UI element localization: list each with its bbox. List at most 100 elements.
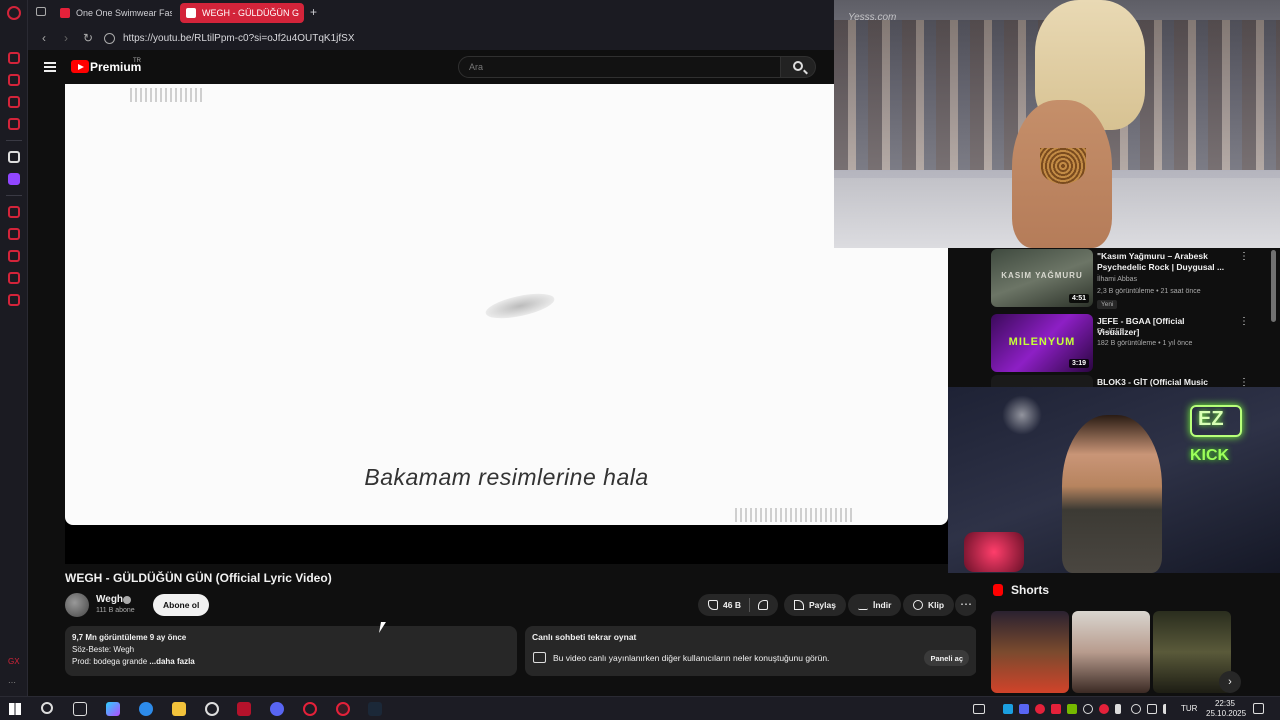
open-panel-button[interactable]: Paneli aç [924, 650, 969, 666]
opera-icon[interactable] [303, 702, 317, 716]
channel-name[interactable]: Wegh [96, 594, 123, 605]
more-actions-button[interactable]: ⋯ [955, 594, 977, 616]
aria-icon[interactable] [8, 52, 20, 64]
thumbs-down-icon[interactable] [757, 600, 768, 610]
more-icon[interactable]: ⋯ [8, 678, 16, 687]
keyboard-icon[interactable] [973, 704, 985, 714]
tray-app-icon[interactable] [1051, 704, 1061, 714]
recommendation-title[interactable]: "Kasım Yağmuru – Arabesk Psychedelic Roc… [1097, 251, 1227, 273]
shorts-label: Shorts [1011, 583, 1050, 597]
reload-icon[interactable]: ↻ [82, 31, 94, 45]
video-duration: 3:19 [1068, 359, 1089, 368]
url-field[interactable]: https://youtu.be/RLtilPpm-c0?si=oJf2u4OU… [123, 33, 355, 44]
tray-app-icon[interactable] [1003, 704, 1013, 714]
search-input[interactable]: Ara [458, 56, 781, 78]
pinned-app-icon[interactable] [8, 151, 20, 163]
download-button[interactable]: İndir [848, 594, 902, 616]
extensions-icon[interactable] [8, 272, 20, 284]
bag-icon[interactable] [8, 74, 20, 86]
overlay-watermark: Yesss.com [848, 12, 897, 23]
clock-icon[interactable] [8, 250, 20, 262]
tray-app-icon[interactable] [1131, 704, 1141, 714]
views-date: 9,7 Mn görüntüleme 9 ay önce [72, 633, 187, 642]
globe-icon [104, 32, 115, 44]
recommendation-item[interactable]: MILENYUM 3:19 JEFE - BGAA [Official Visu… [991, 314, 1271, 374]
channel-avatar[interactable] [65, 593, 89, 617]
description-line: Prod: bodega grande [72, 657, 148, 666]
description-line-prod: Prod: bodega grande ...daha fazla [72, 656, 510, 668]
speaker-icon [186, 8, 196, 18]
tray-app-icon[interactable] [1083, 704, 1093, 714]
tray-opera-icon[interactable] [1035, 704, 1045, 714]
back-icon[interactable]: ‹ [38, 31, 50, 45]
webcam-light [1002, 395, 1042, 435]
video-frame: Bakamam resimlerine hala [65, 84, 948, 525]
microphone-icon[interactable] [1115, 704, 1121, 714]
tab-label: One One Swimwear Fash [76, 8, 172, 18]
tab-swimwear[interactable]: One One Swimwear Fash [54, 3, 172, 23]
share-button[interactable]: Paylaş [784, 594, 846, 616]
email-icon[interactable] [8, 118, 20, 130]
steam-icon[interactable] [368, 702, 382, 716]
tab-overview-icon[interactable] [36, 7, 46, 16]
tray-discord-icon[interactable] [1019, 704, 1029, 714]
file-explorer-icon[interactable] [172, 702, 186, 716]
new-badge: Yeni [1097, 300, 1118, 309]
show-more-link[interactable]: ...daha fazla [149, 657, 194, 666]
new-tab-button[interactable]: + [310, 5, 317, 19]
mouse-cursor-icon [379, 622, 391, 633]
notification-icon[interactable] [1253, 703, 1264, 714]
search-icon[interactable] [41, 702, 53, 714]
tray-app-icon[interactable] [1099, 704, 1109, 714]
recommendation-item[interactable]: KASIM YAĞMURU 4:51 "Kasım Yağmuru – Arab… [991, 249, 1271, 309]
forward-icon[interactable]: › [60, 31, 72, 45]
opera-gx-icon[interactable] [336, 702, 350, 716]
opera-logo-icon[interactable] [7, 6, 21, 20]
like-count[interactable]: 46 B [723, 600, 741, 610]
youtube-favicon-icon [60, 8, 70, 18]
twitch-icon[interactable] [8, 173, 20, 185]
copilot-icon[interactable] [106, 702, 120, 716]
tab-wegh[interactable]: WEGH - GÜLDÜĞÜN G [180, 3, 304, 23]
model-swimsuit [1040, 148, 1086, 184]
share-icon [794, 600, 804, 610]
history-icon[interactable] [8, 228, 20, 240]
brush-stroke [483, 288, 557, 324]
subscribe-button[interactable]: Abone ol [153, 594, 210, 616]
description-line: Söz-Beste: Wegh [72, 645, 135, 654]
kebab-menu-icon[interactable]: ⋮ [1239, 316, 1249, 327]
youtube-logo-icon[interactable] [71, 60, 89, 73]
menu-icon[interactable] [44, 62, 56, 72]
video-player[interactable]: Bakamam resimlerine hala [65, 84, 948, 564]
player-icon[interactable] [8, 206, 20, 218]
discord-icon[interactable] [270, 702, 284, 716]
description-box[interactable]: 9,7 Mn görüntüleme 9 ay önce Söz-Beste: … [65, 626, 517, 676]
volume-icon[interactable] [1163, 704, 1173, 714]
kebab-menu-icon[interactable]: ⋮ [1239, 251, 1249, 262]
language-indicator[interactable]: TUR [1181, 704, 1197, 713]
clock[interactable]: 22:35 25.10.2025 [1206, 699, 1246, 719]
app-icon[interactable] [237, 702, 251, 716]
recommendation-channel[interactable]: İlhami Abbas [1097, 276, 1137, 283]
recommendation-channel[interactable]: EL JEFE [1097, 328, 1124, 335]
short-thumbnail[interactable] [1072, 611, 1150, 693]
video-thumbnail[interactable]: KASIM YAĞMURU 4:51 [991, 249, 1093, 307]
chrome-icon[interactable] [205, 702, 219, 716]
messenger-icon[interactable] [8, 96, 20, 108]
scrollbar[interactable] [1271, 250, 1276, 322]
task-view-icon[interactable] [73, 702, 87, 716]
shorts-next-icon[interactable]: › [1219, 671, 1241, 693]
video-thumbnail[interactable]: MILENYUM 3:19 [991, 314, 1093, 372]
thumbs-up-icon[interactable] [708, 600, 718, 610]
nvidia-icon[interactable] [1067, 704, 1077, 714]
chat-icon [533, 652, 546, 663]
windows-start-icon[interactable] [9, 703, 21, 715]
network-icon[interactable] [1147, 704, 1157, 714]
settings-icon[interactable] [8, 294, 20, 306]
short-thumbnail[interactable] [991, 611, 1069, 693]
gx-icon[interactable]: GX [8, 657, 20, 666]
clip-button[interactable]: Klip [903, 594, 955, 616]
shorts-icon [993, 584, 1003, 596]
edge-icon[interactable] [139, 702, 153, 716]
search-button[interactable] [780, 56, 816, 78]
